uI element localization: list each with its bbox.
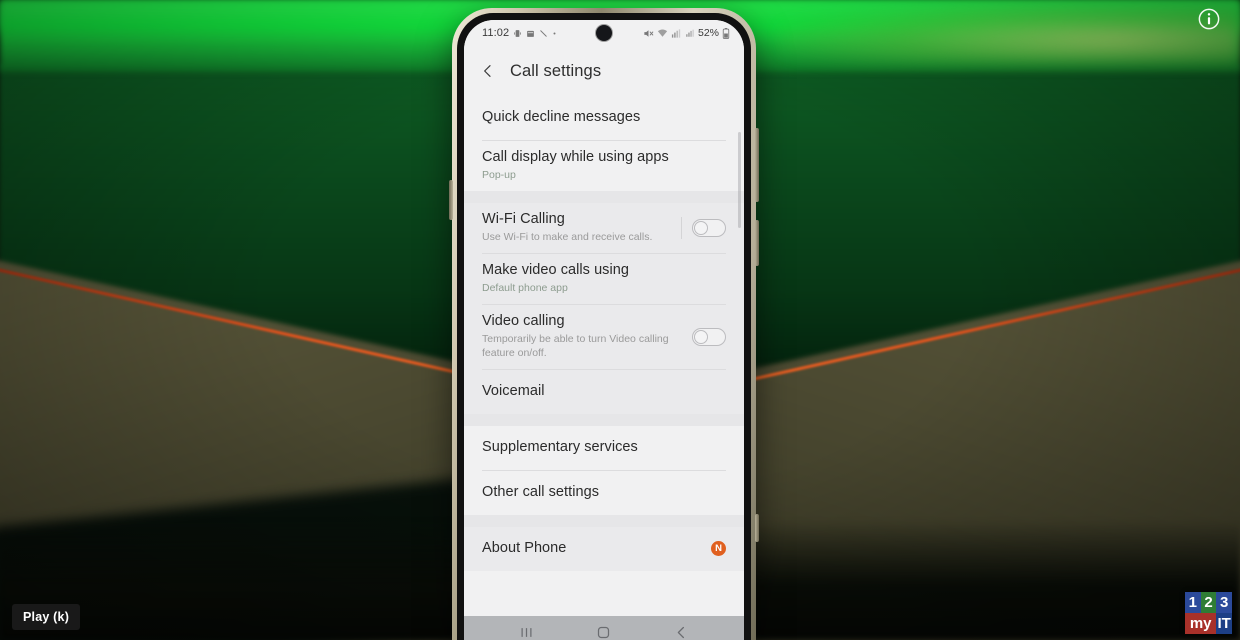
video-calling-toggle[interactable] bbox=[692, 327, 726, 346]
list-item-subtitle: Temporarily be able to turn Video callin… bbox=[482, 333, 669, 360]
wifi-icon bbox=[657, 28, 668, 39]
status-clock: 11:02 bbox=[482, 27, 510, 39]
list-item-other-call-settings[interactable]: Other call settings bbox=[464, 471, 744, 515]
new-badge-icon: N bbox=[711, 541, 726, 557]
logo-digit-2: 2 bbox=[1200, 592, 1217, 613]
power-button[interactable] bbox=[755, 220, 759, 266]
calendar-icon bbox=[526, 29, 535, 38]
list-item-quick-decline-messages[interactable]: Quick decline messages bbox=[464, 96, 744, 140]
list-item-title: Other call settings bbox=[482, 484, 599, 501]
wifi-calling-toggle-wrap[interactable] bbox=[681, 217, 726, 240]
logo-digit-3: 3 bbox=[1216, 592, 1232, 613]
status-bar-left: 11:02 bbox=[482, 27, 557, 39]
logo-digit-1: 1 bbox=[1185, 592, 1201, 613]
play-tooltip: Play (k) bbox=[12, 604, 81, 630]
home-icon[interactable] bbox=[596, 625, 611, 640]
dot-icon bbox=[552, 31, 557, 36]
toggle-knob bbox=[694, 329, 708, 344]
settings-group-calling: Wi-Fi Calling Use Wi-Fi to make and rece… bbox=[464, 203, 744, 414]
battery-percent: 52% bbox=[697, 27, 719, 39]
settings-group-services: Supplementary services Other call settin… bbox=[464, 425, 744, 515]
list-item-make-video-calls-using[interactable]: Make video calls using Default phone app bbox=[464, 254, 744, 304]
app-bar: Call settings bbox=[464, 46, 744, 96]
list-item-subtitle: Pop-up bbox=[482, 169, 516, 182]
toggle-knob bbox=[694, 221, 708, 236]
silent-icon bbox=[539, 29, 548, 38]
battery-icon bbox=[722, 27, 730, 39]
list-item-title: Make video calls using bbox=[482, 262, 629, 279]
scrollbar[interactable] bbox=[738, 132, 741, 228]
wifi-calling-toggle[interactable] bbox=[692, 219, 726, 238]
logo-it: IT bbox=[1216, 613, 1232, 634]
status-bar-right: 52% bbox=[643, 27, 730, 39]
list-item-subtitle: Use Wi-Fi to make and receive calls. bbox=[482, 231, 653, 244]
settings-list[interactable]: Quick decline messages Call display whil… bbox=[464, 96, 744, 616]
list-item-title: Video calling bbox=[482, 313, 565, 330]
video-calling-toggle-wrap[interactable] bbox=[692, 327, 726, 346]
vibrate-icon bbox=[513, 29, 522, 38]
back-icon[interactable] bbox=[674, 625, 689, 640]
info-icon[interactable] bbox=[1198, 8, 1220, 30]
signal-icon bbox=[671, 28, 682, 39]
back-chevron-icon[interactable] bbox=[480, 63, 496, 79]
channel-logo: 1 2 3 my IT bbox=[1185, 592, 1232, 634]
side-button-lower[interactable] bbox=[755, 514, 759, 542]
list-item-title: Voicemail bbox=[482, 383, 545, 400]
list-item-title: Quick decline messages bbox=[482, 109, 641, 126]
signal-bars-icon bbox=[685, 28, 695, 38]
list-item-title: Supplementary services bbox=[482, 439, 638, 456]
list-item-voicemail[interactable]: Voicemail bbox=[464, 370, 744, 414]
side-button-left[interactable] bbox=[449, 180, 453, 220]
mute-icon bbox=[643, 28, 654, 39]
list-item-supplementary-services[interactable]: Supplementary services bbox=[464, 426, 744, 470]
phone-screen: 11:02 52% Call settings Quick decline me… bbox=[464, 20, 744, 640]
toggle-separator bbox=[681, 217, 682, 240]
phone-device: 11:02 52% Call settings Quick decline me… bbox=[449, 8, 759, 640]
settings-group-general: Quick decline messages Call display whil… bbox=[464, 96, 744, 192]
settings-group-about: About Phone N bbox=[464, 526, 744, 571]
logo-my: my bbox=[1185, 613, 1217, 634]
list-item-wifi-calling[interactable]: Wi-Fi Calling Use Wi-Fi to make and rece… bbox=[464, 203, 744, 253]
list-item-subtitle: Default phone app bbox=[482, 282, 568, 295]
volume-button[interactable] bbox=[755, 128, 759, 202]
list-item-title: Wi-Fi Calling bbox=[482, 211, 565, 228]
android-nav-bar bbox=[464, 616, 744, 640]
page-title: Call settings bbox=[510, 61, 602, 80]
video-frame: 11:02 52% Call settings Quick decline me… bbox=[0, 0, 1240, 640]
recents-icon[interactable] bbox=[519, 625, 534, 640]
list-item-about-phone[interactable]: About Phone N bbox=[464, 527, 744, 571]
list-item-video-calling[interactable]: Video calling Temporarily be able to tur… bbox=[464, 305, 744, 369]
section-gap bbox=[464, 413, 744, 426]
section-gap bbox=[464, 514, 744, 527]
list-item-call-display-while-using-apps[interactable]: Call display while using apps Pop-up bbox=[464, 141, 744, 191]
status-bar: 11:02 52% bbox=[464, 20, 744, 46]
list-item-title: About Phone bbox=[482, 540, 567, 557]
list-item-title: Call display while using apps bbox=[482, 149, 669, 165]
camera-punch-hole bbox=[596, 25, 612, 41]
section-gap bbox=[464, 191, 744, 204]
